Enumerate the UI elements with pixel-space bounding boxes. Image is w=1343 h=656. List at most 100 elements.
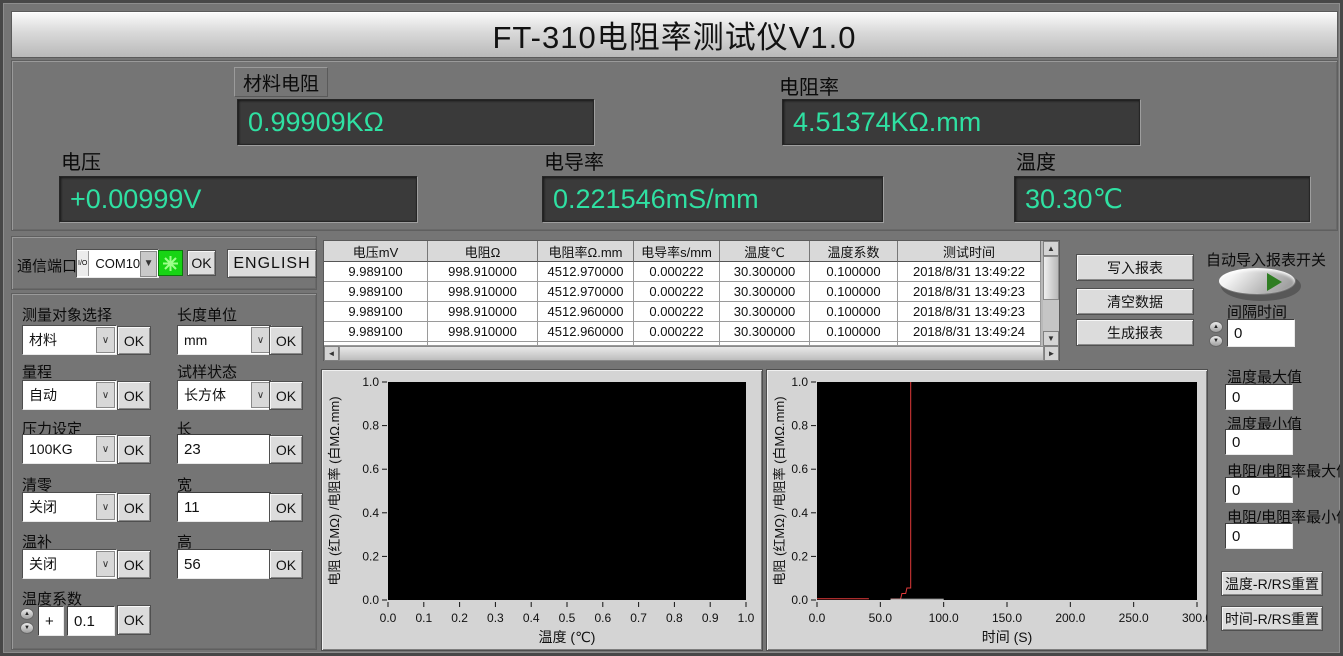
clear-data-button[interactable]: 清空数据 [1076, 288, 1194, 315]
chart-time: 0.00.20.40.60.81.00.050.0100.0150.0200.0… [766, 369, 1208, 651]
voltage-label: 电压 [61, 146, 101, 175]
voltage-display: +0.00999V [59, 176, 417, 222]
auto-import-toggle[interactable] [1218, 267, 1296, 295]
table-row: 9.989100998.9100004512.9700000.00022230.… [324, 282, 1043, 302]
temp-comp-ok-button[interactable]: OK [117, 550, 151, 579]
temp-coeff-spinner[interactable]: ▲ ▼ [20, 607, 34, 635]
pressure-dropdown[interactable]: 100KG∨ [22, 434, 117, 464]
zeroing-dropdown[interactable]: 关闭∨ [22, 492, 117, 522]
y-tick-label: 0.6 [362, 462, 379, 476]
english-button[interactable]: ENGLISH [227, 249, 317, 278]
y-tick-label: 0.4 [362, 506, 379, 520]
x-axis-label: 时间 (S) [982, 629, 1033, 645]
play-icon [1267, 273, 1282, 291]
y-tick-label: 0.0 [791, 593, 808, 607]
x-tick-label: 0.4 [523, 611, 540, 625]
material-resistance-caption: 材料电阻 [234, 67, 328, 97]
scroll-up-icon[interactable]: ▲ [1043, 241, 1059, 256]
controls-frame: 温度系数 ▲ ▼ + 0.1 OK 测量对象选择材料∨OK量程自动∨OK压力设定… [11, 293, 317, 650]
spinner-up-icon[interactable]: ▲ [20, 608, 34, 620]
sample-shape-dropdown[interactable]: 长方体∨ [177, 380, 272, 410]
chevron-down-icon[interactable]: ∨ [96, 382, 115, 408]
measure-object-value: 材料 [23, 330, 96, 350]
chart-svg: 0.00.20.40.60.81.00.050.0100.0150.0200.0… [767, 370, 1207, 650]
table-cell: 0.100000 [810, 302, 898, 322]
scroll-down-icon[interactable]: ▼ [1043, 331, 1059, 346]
temp-min-input[interactable] [1225, 429, 1293, 455]
table-hscrollbar[interactable]: ◄ ► [324, 346, 1059, 361]
x-tick-label: 1.0 [738, 611, 755, 625]
chevron-down-icon[interactable]: ∨ [251, 382, 270, 408]
generate-report-button[interactable]: 生成报表 [1076, 319, 1194, 346]
chevron-down-icon[interactable]: ∨ [96, 327, 115, 353]
table-cell: 998.910000 [428, 302, 538, 322]
table-cell: 2018/8/31 13:49:23 [898, 282, 1041, 302]
vscroll-thumb[interactable] [1043, 256, 1059, 300]
plot-area [388, 382, 746, 600]
length-unit-label: 长度单位 [177, 304, 237, 325]
range-ok-button[interactable]: OK [117, 381, 151, 410]
chevron-down-icon[interactable]: ∨ [96, 436, 115, 462]
material-resistance-display: 0.99909KΩ [237, 99, 594, 145]
temp-coeff-input[interactable]: 0.1 [67, 606, 115, 636]
spinner-down-icon[interactable]: ▼ [1209, 335, 1223, 347]
temp-coeff-sign[interactable]: + [38, 606, 64, 636]
y-tick-label: 0.2 [362, 549, 379, 563]
chevron-down-icon[interactable]: ∨ [96, 551, 115, 577]
length-ok-button[interactable]: OK [269, 435, 303, 464]
res-min-input[interactable] [1225, 523, 1293, 549]
zeroing-ok-button[interactable]: OK [117, 493, 151, 522]
scroll-left-icon[interactable]: ◄ [324, 346, 339, 361]
sample-shape-ok-button[interactable]: OK [269, 381, 303, 410]
x-tick-label: 200.0 [1055, 611, 1085, 625]
y-tick-label: 0.6 [791, 462, 808, 476]
comm-ok-button[interactable]: OK [187, 250, 216, 276]
table-header-cell: 电压mV [324, 241, 428, 262]
width-input[interactable] [177, 492, 272, 522]
table-cell: 30.300000 [720, 282, 810, 302]
comm-port-combo[interactable]: I/O COM10 ▼ [76, 249, 159, 278]
spinner-up-icon[interactable]: ▲ [1209, 321, 1223, 333]
width-ok-button[interactable]: OK [269, 493, 303, 522]
height-ok-button[interactable]: OK [269, 550, 303, 579]
temp-max-input[interactable] [1225, 384, 1293, 410]
x-tick-label: 250.0 [1119, 611, 1149, 625]
time-reset-button[interactable]: 时间-R/RS重置 [1221, 606, 1323, 631]
x-tick-label: 100.0 [929, 611, 959, 625]
window-title: FT-310电阻率测试仪V1.0 [11, 11, 1338, 58]
interval-spinner[interactable]: ▲ ▼ [1209, 320, 1223, 348]
chevron-down-icon[interactable]: ∨ [251, 327, 270, 353]
temp-comp-dropdown[interactable]: 关闭∨ [22, 549, 117, 579]
length-unit-dropdown[interactable]: mm∨ [177, 325, 272, 355]
height-input[interactable] [177, 549, 272, 579]
interval-input[interactable] [1227, 319, 1295, 347]
range-value: 自动 [23, 385, 96, 405]
write-report-button[interactable]: 写入报表 [1076, 254, 1194, 281]
y-tick-label: 1.0 [362, 375, 379, 389]
y-tick-label: 0.2 [791, 549, 808, 563]
table-header-cell: 温度℃ [720, 241, 810, 262]
pressure-ok-button[interactable]: OK [117, 435, 151, 464]
hscroll-thumb[interactable] [339, 346, 1044, 361]
measure-object-ok-button[interactable]: OK [117, 326, 151, 355]
measure-object-dropdown[interactable]: 材料∨ [22, 325, 117, 355]
conductivity-display: 0.221546mS/mm [542, 176, 883, 222]
table-header-row: 电压mV电阻Ω电阻率Ω.mm电导率s/mm温度℃温度系数测试时间 [324, 241, 1043, 262]
conductivity-label: 电导率 [544, 146, 604, 175]
table-cell: 2018/8/31 13:49:24 [898, 322, 1041, 342]
length-unit-ok-button[interactable]: OK [269, 326, 303, 355]
table-header-cell: 电导率s/mm [634, 241, 720, 262]
chevron-down-icon[interactable]: ∨ [96, 494, 115, 520]
spinner-down-icon[interactable]: ▼ [20, 622, 34, 634]
table-vscrollbar[interactable]: ▲ ▼ [1043, 241, 1059, 346]
length-input[interactable] [177, 434, 272, 464]
x-tick-label: 50.0 [869, 611, 893, 625]
range-dropdown[interactable]: 自动∨ [22, 380, 117, 410]
temp-reset-button[interactable]: 温度-R/RS重置 [1221, 571, 1323, 596]
scroll-right-icon[interactable]: ► [1044, 346, 1059, 361]
table-cell: 4512.970000 [538, 282, 634, 302]
res-max-input[interactable] [1225, 477, 1293, 503]
temp-coeff-ok-button[interactable]: OK [117, 605, 151, 635]
x-tick-label: 300.0 [1182, 611, 1207, 625]
chevron-down-icon[interactable]: ▼ [140, 251, 157, 277]
